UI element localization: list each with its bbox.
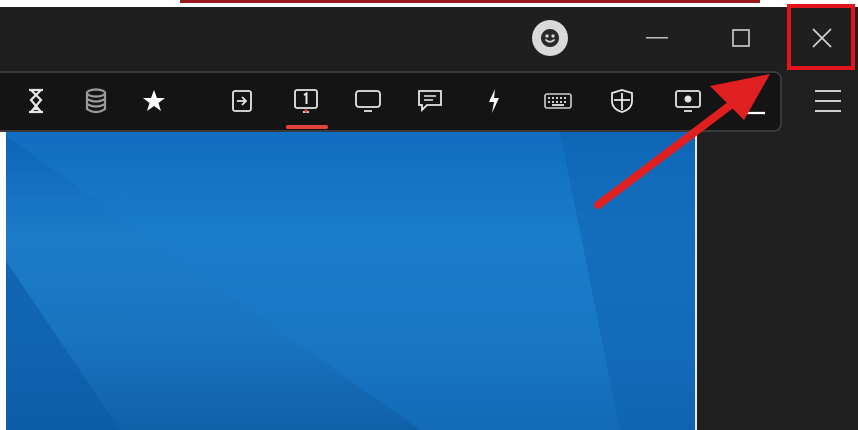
- annotation-arrow: [594, 74, 770, 209]
